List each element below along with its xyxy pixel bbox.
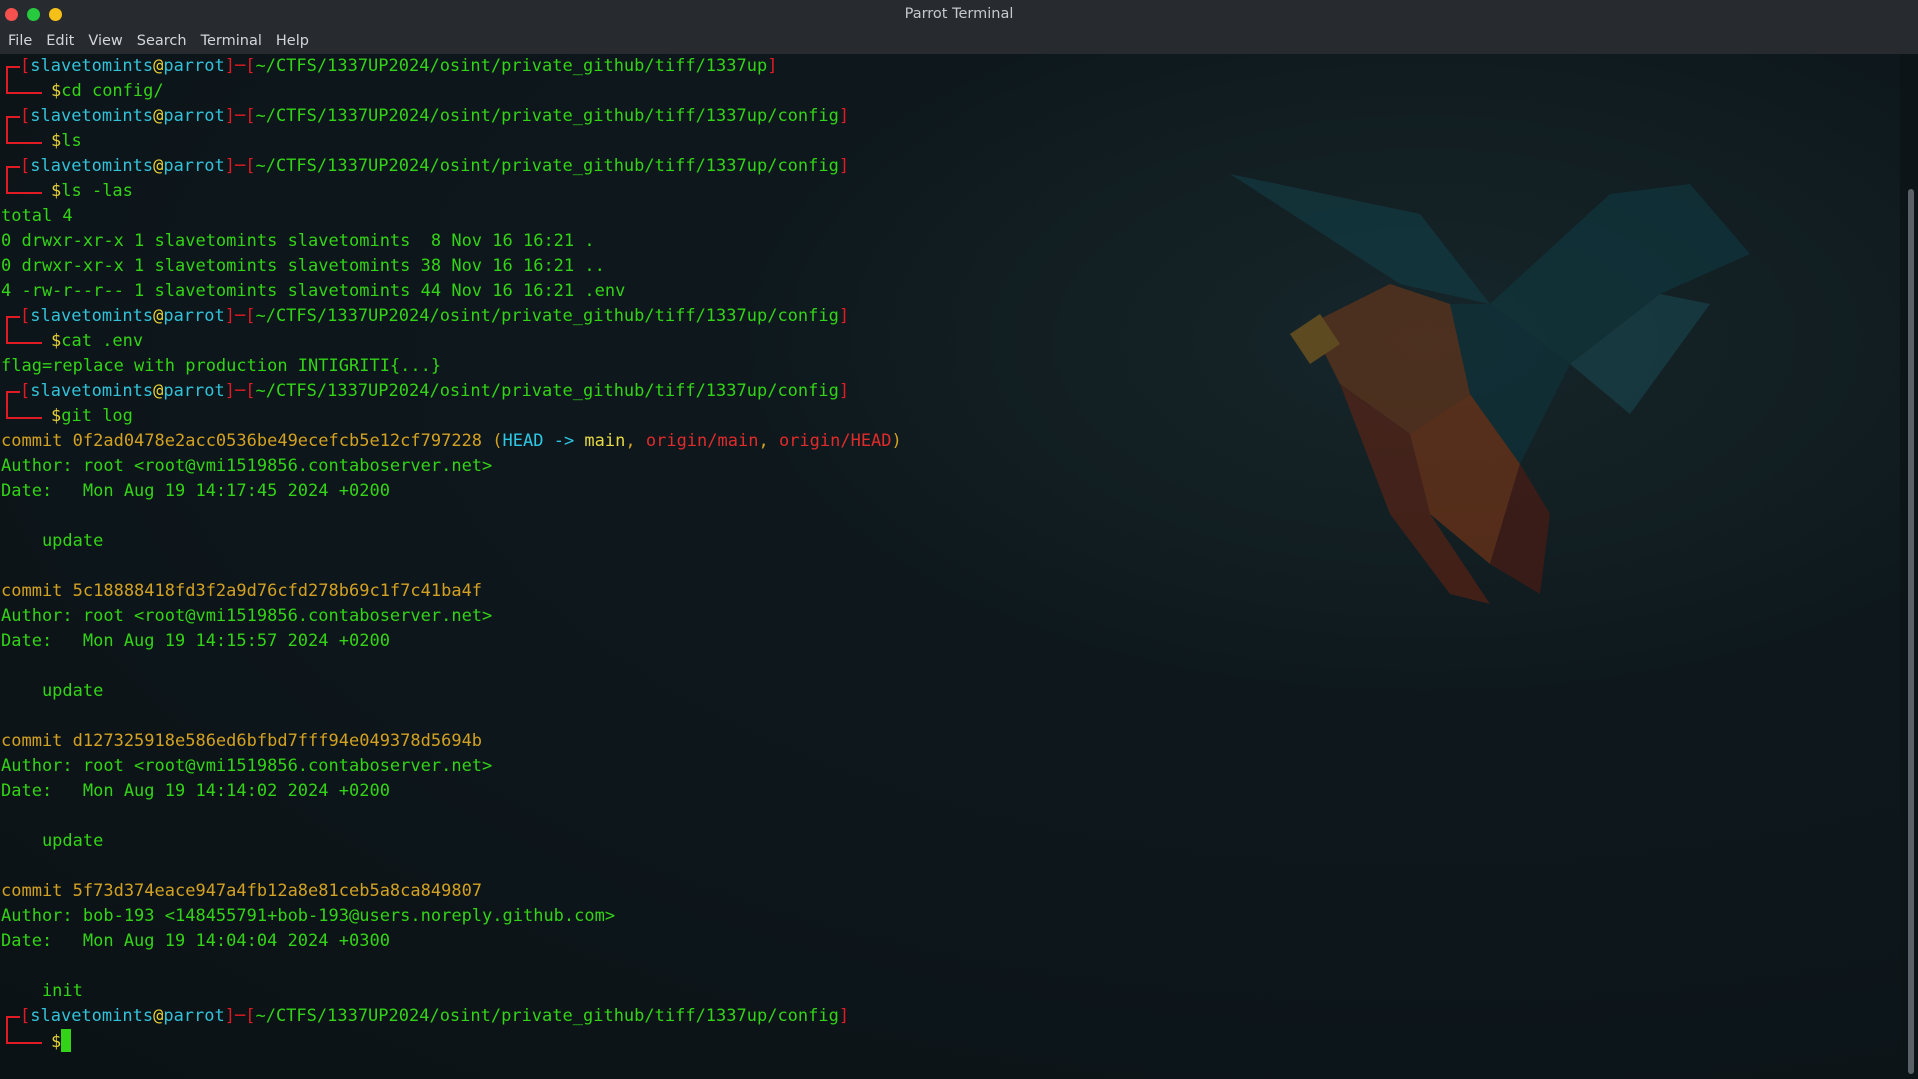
- prompt-line: [slavetomints@parrot]─[~/CTFS/1337UP2024…: [1, 379, 902, 404]
- git-message-line: update: [1, 831, 104, 851]
- git-author-line: Author: root <root@vmi1519856.contaboser…: [1, 606, 493, 626]
- window-titlebar: Parrot Terminal: [0, 0, 1918, 28]
- git-message-line: init: [1, 981, 83, 1001]
- output-line: 0 drwxr-xr-x 1 slavetomints slavetomints…: [1, 231, 595, 251]
- git-commit-line: commit 0f2ad0478e2acc0536be49ecefcb5e12c…: [1, 431, 902, 451]
- git-message-line: update: [1, 681, 104, 701]
- git-date-line: Date: Mon Aug 19 14:15:57 2024 +0200: [1, 631, 390, 651]
- text-cursor: [61, 1029, 72, 1052]
- menu-edit[interactable]: Edit: [39, 28, 81, 54]
- vertical-scrollbar[interactable]: [1900, 54, 1918, 1079]
- output-line: total 4: [1, 206, 73, 226]
- menu-view[interactable]: View: [81, 28, 129, 54]
- menu-bar: File Edit View Search Terminal Help: [0, 28, 1918, 54]
- prompt-line: [slavetomints@parrot]─[~/CTFS/1337UP2024…: [1, 1004, 902, 1029]
- command-line: $ls: [1, 129, 902, 154]
- git-commit-line: commit d127325918e586ed6bfbd7fff94e04937…: [1, 731, 483, 751]
- prompt-line: [slavetomints@parrot]─[~/CTFS/1337UP2024…: [1, 104, 902, 129]
- git-commit-line: commit 5c18888418fd3f2a9d76cfd278b69c1f7…: [1, 581, 483, 601]
- git-date-line: Date: Mon Aug 19 14:17:45 2024 +0200: [1, 481, 390, 501]
- parrot-logo-icon: [1230, 174, 1750, 604]
- command-line: $git log: [1, 404, 902, 429]
- git-date-line: Date: Mon Aug 19 14:04:04 2024 +0300: [1, 931, 390, 951]
- output-line: 0 drwxr-xr-x 1 slavetomints slavetomints…: [1, 256, 605, 276]
- prompt-line: [slavetomints@parrot]─[~/CTFS/1337UP2024…: [1, 154, 902, 179]
- command-line: $ls -las: [1, 179, 902, 204]
- menu-search[interactable]: Search: [130, 28, 194, 54]
- menu-file[interactable]: File: [0, 28, 39, 54]
- window-title: Parrot Terminal: [904, 6, 1014, 22]
- git-author-line: Author: root <root@vmi1519856.contaboser…: [1, 756, 493, 776]
- menu-terminal[interactable]: Terminal: [194, 28, 269, 54]
- terminal-output: [slavetomints@parrot]─[~/CTFS/1337UP2024…: [1, 54, 902, 1054]
- terminal-area[interactable]: [slavetomints@parrot]─[~/CTFS/1337UP2024…: [0, 54, 1900, 1079]
- active-command-line[interactable]: $: [1, 1029, 902, 1054]
- command-line: $cd config/: [1, 79, 902, 104]
- git-date-line: Date: Mon Aug 19 14:14:02 2024 +0200: [1, 781, 390, 801]
- prompt-line: [slavetomints@parrot]─[~/CTFS/1337UP2024…: [1, 304, 902, 329]
- git-author-line: Author: bob-193 <148455791+bob-193@users…: [1, 906, 616, 926]
- scrollbar-thumb[interactable]: [1908, 189, 1914, 1074]
- prompt-line: [slavetomints@parrot]─[~/CTFS/1337UP2024…: [1, 54, 902, 79]
- menu-help[interactable]: Help: [269, 28, 316, 54]
- output-line: 4 -rw-r--r-- 1 slavetomints slavetomints…: [1, 281, 626, 301]
- git-author-line: Author: root <root@vmi1519856.contaboser…: [1, 456, 493, 476]
- command-line: $cat .env: [1, 329, 902, 354]
- git-message-line: update: [1, 531, 104, 551]
- git-commit-line: commit 5f73d374eace947a4fb12a8e81ceb5a8c…: [1, 881, 483, 901]
- output-line: flag=replace with production INTIGRITI{.…: [1, 356, 442, 376]
